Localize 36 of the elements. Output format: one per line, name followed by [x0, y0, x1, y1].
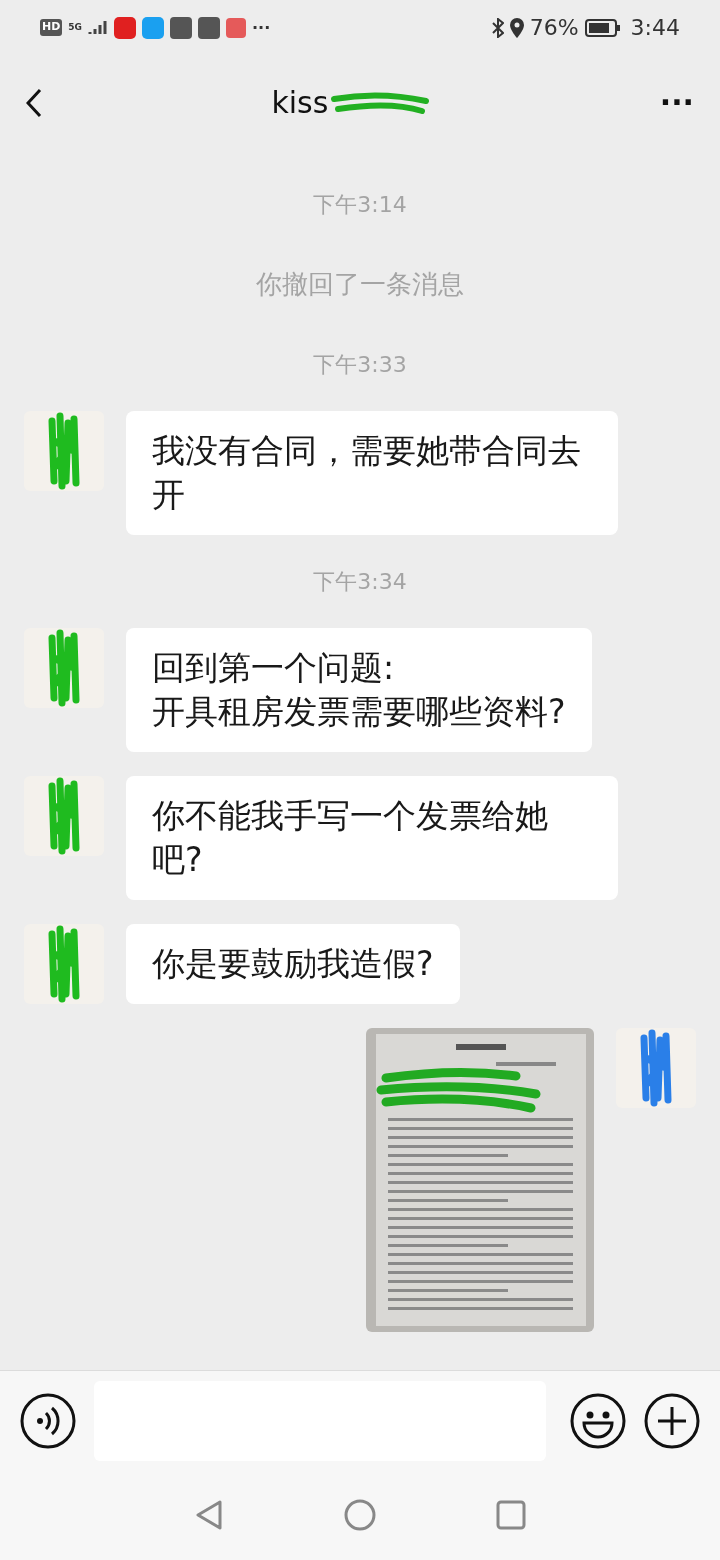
avatar[interactable]	[24, 411, 104, 491]
app-icon	[226, 17, 246, 38]
back-nav-icon[interactable]	[194, 1499, 224, 1531]
message-bubble[interactable]: 回到第一个问题: 开具租房发票需要哪些资料?	[126, 628, 592, 752]
hd-indicator: HD	[40, 19, 63, 36]
timestamp: 下午3:33	[313, 351, 407, 379]
app-icon	[170, 16, 192, 39]
system-notice: 你撤回了一条消息	[256, 268, 464, 301]
home-nav-icon[interactable]	[344, 1499, 376, 1531]
add-icon[interactable]	[644, 1392, 700, 1449]
message-bubble[interactable]: 我没有合同，需要她带合同去开	[126, 411, 618, 535]
more-button[interactable]: ···	[659, 80, 694, 125]
avatar[interactable]	[24, 628, 104, 708]
app-icon	[142, 16, 164, 39]
signal-icon	[88, 19, 108, 36]
app-icon	[114, 16, 136, 39]
message-bubble[interactable]: 你不能我手写一个发票给她吧?	[126, 776, 618, 900]
voice-icon[interactable]	[20, 1392, 76, 1449]
app-icon	[198, 16, 220, 39]
more-notifications: ···	[252, 16, 271, 39]
avatar[interactable]	[24, 776, 104, 856]
chat-title: kiss	[271, 84, 329, 122]
timestamp: 下午3:14	[313, 191, 407, 219]
emoji-icon[interactable]	[570, 1392, 626, 1449]
message-bubble[interactable]: 你是要鼓励我造假?	[126, 924, 460, 1004]
battery-percent: 76%	[529, 14, 579, 42]
battery-icon	[584, 18, 621, 37]
recents-nav-icon[interactable]	[496, 1500, 526, 1530]
timestamp: 下午3:34	[313, 568, 407, 596]
avatar[interactable]	[616, 1028, 696, 1108]
clock: 3:44	[630, 14, 680, 42]
network-label: 5G	[68, 20, 82, 34]
location-icon	[509, 17, 524, 38]
back-icon[interactable]	[26, 87, 42, 118]
avatar[interactable]	[24, 924, 104, 1004]
bluetooth-icon	[491, 17, 504, 38]
